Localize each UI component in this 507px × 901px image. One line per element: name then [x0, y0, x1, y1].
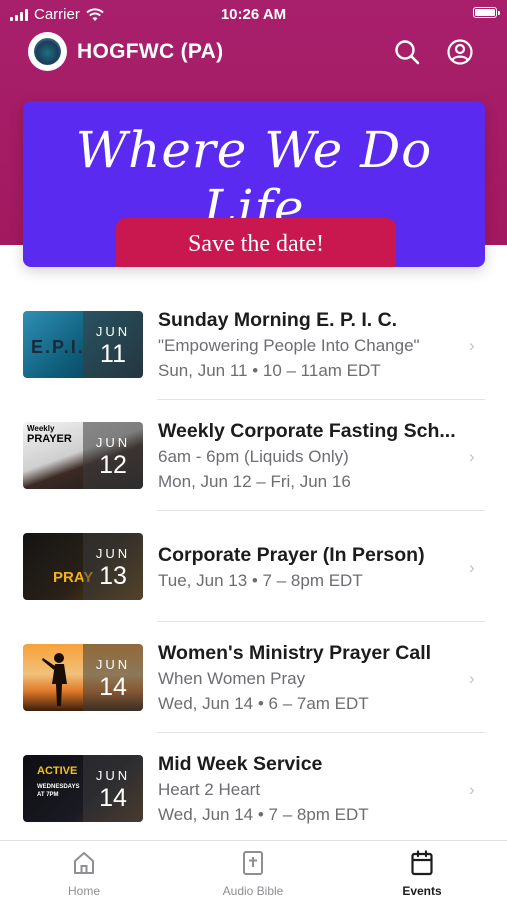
event-subtitle: Heart 2 Heart [158, 780, 261, 799]
tab-audio-bible[interactable]: Audio Bible [193, 841, 313, 901]
date-badge-day: 14 [99, 784, 127, 812]
date-badge: JUN 11 [83, 311, 143, 378]
tab-events[interactable]: Events [362, 841, 482, 901]
event-date: Wed, Jun 14 • 6 – 7am EDT [158, 694, 369, 713]
event-title: Women's Ministry Prayer Call [158, 642, 432, 664]
logo-emblem [34, 38, 61, 65]
event-row[interactable]: Weekly PRAYER JUN 12 Weekly Corporate Fa… [0, 400, 507, 511]
event-subtitle: When Women Pray [158, 669, 306, 688]
date-badge-day: 14 [99, 673, 127, 701]
date-badge: JUN 13 [83, 533, 143, 600]
date-badge-day: 12 [99, 451, 127, 479]
tab-label: Home [67, 884, 100, 898]
home-icon [74, 852, 94, 874]
event-date: Tue, Jun 13 • 7 – 8pm EDT [158, 571, 363, 590]
event-thumbnail: PRAY JUN 13 [23, 533, 143, 600]
date-badge-month: JUN [95, 546, 131, 561]
event-title: Corporate Prayer (In Person) [158, 544, 425, 566]
date-badge-month: JUN [95, 435, 131, 450]
chevron-right-icon: › [469, 558, 475, 577]
event-thumbnail: E.P.I. JUN 11 [23, 311, 143, 378]
event-title: Weekly Corporate Fasting Sch... [158, 420, 456, 442]
thumbnail-text: PRAYER [27, 433, 72, 445]
thumbnail-text: E.P.I. [31, 337, 85, 357]
event-thumbnail: ACTIVE WEDNESDAYS AT 7PM JUN 14 [23, 755, 143, 822]
date-badge: JUN 14 [83, 755, 143, 822]
app-title: HOGFWC (PA) [77, 40, 224, 63]
event-date: Mon, Jun 12 – Fri, Jun 16 [158, 472, 351, 491]
event-thumbnail: Weekly PRAYER JUN 12 [23, 422, 143, 489]
date-badge-month: JUN [95, 768, 131, 783]
date-badge-month: JUN [95, 324, 131, 339]
event-row[interactable]: ACTIVE WEDNESDAYS AT 7PM JUN 14 Mid Week… [0, 733, 507, 844]
event-row[interactable]: PRAY JUN 13 Corporate Prayer (In Person)… [0, 511, 507, 622]
event-date: Sun, Jun 11 • 10 – 11am EDT [158, 361, 381, 380]
date-badge: JUN 12 [83, 422, 143, 489]
tab-bar: Home Audio Bible Events [0, 840, 507, 901]
account-icon[interactable] [446, 38, 474, 66]
save-the-date-button[interactable]: Save the date! [116, 218, 396, 267]
app-logo[interactable] [28, 32, 67, 71]
tab-label: Audio Bible [222, 884, 284, 898]
bible-icon [243, 851, 263, 875]
calendar-icon [411, 850, 433, 876]
chevron-right-icon: › [469, 336, 475, 355]
tab-label: Events [402, 884, 442, 898]
event-subtitle: "Empowering People Into Change" [158, 336, 420, 355]
chevron-right-icon: › [469, 669, 475, 688]
event-thumbnail: JUN 14 [23, 644, 143, 711]
search-icon[interactable] [393, 38, 421, 66]
status-bar: Carrier 10:26 AM [0, 0, 507, 28]
app-header: HOGFWC (PA) [0, 30, 507, 76]
chevron-right-icon: › [469, 780, 475, 799]
thumbnail-text: ACTIVE [37, 765, 78, 777]
date-badge-day: 13 [99, 562, 127, 590]
thumbnail-text: WEDNESDAYS AT 7PM [37, 784, 80, 798]
status-time: 10:26 AM [220, 6, 287, 23]
featured-banner[interactable]: Where We Do Life Save the date! [23, 101, 485, 267]
event-row[interactable]: E.P.I. JUN 11 Sunday Morning E. P. I. C.… [0, 289, 507, 400]
chevron-right-icon: › [469, 447, 475, 466]
date-badge: JUN 14 [83, 644, 143, 711]
event-title: Mid Week Service [158, 753, 323, 775]
event-subtitle: 6am - 6pm (Liquids Only) [158, 447, 349, 466]
silhouette-icon [42, 653, 67, 706]
tab-home[interactable]: Home [24, 841, 144, 901]
battery-icon [473, 7, 500, 18]
thumbnail-text: Weekly [27, 424, 55, 433]
event-title: Sunday Morning E. P. I. C. [158, 309, 398, 331]
date-badge-month: JUN [95, 657, 131, 672]
date-badge-day: 11 [100, 340, 126, 368]
event-list: E.P.I. JUN 11 Sunday Morning E. P. I. C.… [0, 289, 507, 844]
event-date: Wed, Jun 14 • 7 – 8pm EDT [158, 805, 369, 824]
event-row[interactable]: JUN 14 Women's Ministry Prayer Call When… [0, 622, 507, 733]
